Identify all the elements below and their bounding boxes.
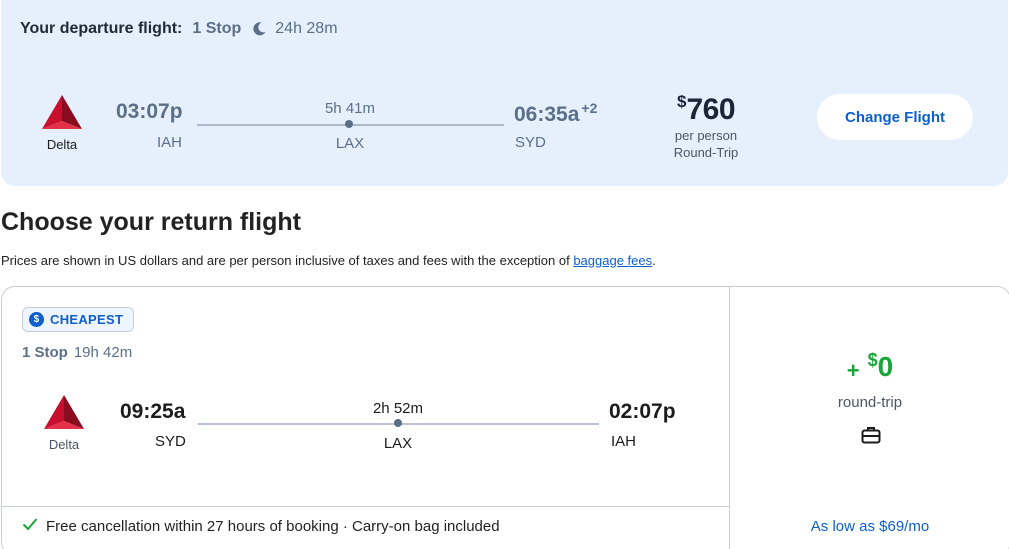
disclaimer-text: Prices are shown in US dollars and are p… (1, 253, 574, 268)
baggage-fees-link[interactable]: baggage fees (573, 253, 652, 268)
dollar-coin-icon: $ (29, 312, 44, 327)
add-currency: $ (867, 350, 878, 370)
departure-stops: 1 Stop (192, 20, 242, 37)
return-total-duration: 19h 42m (73, 344, 133, 361)
return-price-type: round-trip (837, 394, 903, 411)
return-depart-time: 09:25a (120, 400, 186, 423)
departure-arrive-time-row: 06:35a +2 (514, 100, 597, 127)
return-arrive-time: 02:07p (609, 400, 676, 423)
financing-link[interactable]: As low as $69/mo (730, 518, 1009, 535)
departure-price: $760 per person Round-Trip (662, 92, 750, 161)
price-trip-type: Round-Trip (673, 145, 739, 160)
return-added-price: + $0 (730, 350, 1009, 384)
departure-label: Your departure flight: (20, 20, 183, 37)
departure-header: Your departure flight: 1 Stop 24h 28m (20, 20, 338, 38)
benefits-text: Free cancellation within 27 hours of boo… (46, 517, 500, 535)
cheapest-badge: $ CHEAPEST (22, 307, 135, 332)
return-stop-code: LAX (383, 435, 413, 452)
price-amount: 760 (686, 93, 736, 126)
briefcase-icon (861, 426, 881, 449)
delta-logo-return: Delta (34, 395, 94, 452)
booking-benefits: Free cancellation within 27 hours of boo… (22, 517, 500, 535)
page-title: Choose your return flight (1, 208, 301, 236)
moon-icon (251, 21, 267, 37)
return-airline-name: Delta (48, 437, 80, 452)
checkmark-icon (22, 517, 38, 535)
price-per-person: per person (674, 128, 738, 143)
delta-logo-icon (42, 95, 82, 129)
departure-stop-code: LAX (335, 135, 365, 152)
disclaimer-suffix: . (652, 253, 656, 268)
departure-depart-code: IAH (157, 134, 183, 151)
add-amount: 0 (877, 351, 894, 382)
delta-logo-icon (44, 395, 84, 429)
departure-arrive-time: 06:35a (514, 103, 580, 126)
return-depart-code: SYD (155, 433, 186, 450)
card-divider-vertical (729, 287, 730, 549)
departure-airline-name: Delta (46, 137, 78, 152)
departure-arrive-code: SYD (515, 134, 546, 151)
card-divider-horizontal (2, 506, 729, 507)
departure-arrive-offset: +2 (581, 100, 598, 116)
change-flight-button[interactable]: Change Flight (817, 94, 973, 140)
return-leg-duration: 2h 52m (372, 400, 424, 417)
return-arrive-code: IAH (611, 433, 637, 450)
departure-total-duration: 24h 28m (275, 20, 338, 37)
departure-leg-duration: 5h 41m (324, 100, 376, 117)
departure-depart-time: 03:07p (116, 100, 183, 123)
departure-stop-dot (345, 120, 353, 128)
return-stop-dot (394, 419, 402, 427)
price-disclaimer: Prices are shown in US dollars and are p… (1, 253, 656, 268)
return-stops: 1 Stop (22, 344, 68, 361)
return-summary: 1 Stop 19h 42m (22, 344, 132, 361)
badge-label: CHEAPEST (50, 312, 124, 327)
add-sign: + (846, 358, 860, 383)
delta-logo-departure: Delta (32, 95, 92, 152)
